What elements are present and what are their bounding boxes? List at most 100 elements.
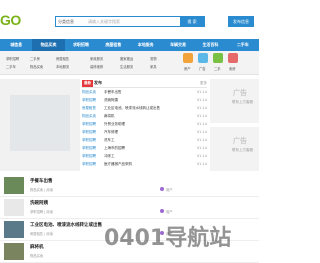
category-link[interactable]: 装修维修 <box>90 63 103 71</box>
item-date: 01-14 <box>196 98 207 102</box>
left-banner[interactable] <box>0 79 80 171</box>
list-item[interactable]: 求职招聘 医疗器械产品采购 01-14 <box>82 160 207 168</box>
category-link[interactable]: 求职招聘 <box>6 55 19 63</box>
search-input[interactable]: 请输入关键字搜索 <box>88 19 120 25</box>
search-button[interactable]: 搜 索 <box>180 17 204 26</box>
category-group: 二手房 物品买卖 <box>30 55 43 71</box>
item-title[interactable]: 外贸业务助理 <box>104 120 187 128</box>
category-link[interactable]: 家具 <box>150 63 157 71</box>
item-meta: 物品买卖 | 阅读 <box>30 188 53 192</box>
item-meta: 求职招聘 | 阅读 <box>30 210 53 214</box>
item-category[interactable]: 求职招聘 <box>82 160 104 168</box>
search-category-select[interactable]: 分类信息 <box>58 19 74 25</box>
list-item[interactable]: 房屋租售 工业区电池、喷漆流水线转让或出售 01-14 <box>82 104 207 112</box>
item-category[interactable]: 求职招聘 <box>82 128 104 136</box>
category-group: 宠物 家具 <box>150 55 157 71</box>
item-title[interactable]: 麻将机 <box>30 244 44 250</box>
item-meta: 房屋租售 | 阅读 <box>30 232 53 236</box>
item-category[interactable]: 物品买卖 <box>82 88 104 96</box>
nav-item[interactable]: 车辆交易 <box>162 39 194 51</box>
item-category[interactable]: 求职招聘 <box>82 144 104 152</box>
item-title[interactable]: 麻将机 <box>104 112 187 120</box>
category-link[interactable]: 二手车 <box>6 63 19 71</box>
item-category[interactable]: 求职招聘 <box>82 96 104 104</box>
avatar <box>160 209 164 213</box>
item-category[interactable]: 物品买卖 <box>82 112 104 120</box>
list-item[interactable]: 物品买卖 麻将机 01-14 <box>82 112 207 120</box>
category-link[interactable]: 房屋租售 <box>56 55 69 63</box>
item-user: 用户 <box>166 188 173 192</box>
item-thumbnail[interactable] <box>4 243 24 260</box>
item-title[interactable]: 洗碗阿姨 <box>30 200 48 206</box>
nav-item[interactable]: 求职招聘 <box>65 39 97 51</box>
item-title[interactable]: 冲床工 <box>104 152 187 160</box>
search-box[interactable]: 分类信息 请输入关键字搜索 搜 索 <box>55 16 205 27</box>
category-group: 房屋租售 本地服务 <box>56 55 69 71</box>
list-item[interactable]: 物品买卖 手餐车出售 01-14 <box>82 88 207 96</box>
ad-slot[interactable]: 广告 联系上方客服 <box>210 79 259 123</box>
category-group: 搬家搬运 生活服务 <box>120 55 133 71</box>
item-title[interactable]: 工业区电池、喷漆流水线转让或出售 <box>104 104 187 112</box>
category-link[interactable]: 生活服务 <box>120 63 133 71</box>
nav-item[interactable]: 物品买卖 <box>32 39 65 51</box>
list-item[interactable]: 求职招聘 外贸业务助理 01-14 <box>82 120 207 128</box>
item-date: 01-14 <box>196 162 207 166</box>
category-link[interactable]: 搬家搬运 <box>120 55 133 63</box>
house-icon[interactable] <box>183 53 193 63</box>
category-link[interactable]: 家政服务 <box>90 55 103 63</box>
item-category[interactable]: 求职招聘 <box>82 120 104 128</box>
post-button[interactable]: 发布信息 <box>228 16 254 27</box>
category-group: 求职招聘 二手车 <box>6 55 19 71</box>
item-title[interactable]: 工业区电池、喷漆流水线转让或出售 <box>30 222 102 228</box>
item-category[interactable]: 求职招聘 <box>82 152 104 160</box>
item-date: 01-14 <box>196 106 207 110</box>
key-icon[interactable] <box>228 53 238 63</box>
item-thumbnail[interactable] <box>4 199 24 216</box>
item-category[interactable]: 求职招聘 <box>82 136 104 144</box>
nav-item[interactable]: 本地服务 <box>130 39 162 51</box>
item-date: 01-14 <box>196 154 207 158</box>
megaphone-icon[interactable] <box>198 53 208 63</box>
item-date: 01-14 <box>196 90 207 94</box>
item-category[interactable]: 房屋租售 <box>82 104 104 112</box>
icon-label: 房产 <box>184 67 191 71</box>
category-link[interactable]: 二手房 <box>30 55 43 63</box>
quick-icons <box>183 53 238 63</box>
item-title[interactable]: 医疗器械产品采购 <box>104 160 187 168</box>
category-link[interactable]: 物品买卖 <box>30 63 43 71</box>
nav-item[interactable]: 房屋租售 <box>97 39 129 51</box>
item-title[interactable]: 洗车工 <box>104 136 187 144</box>
latest-list: 最新 发布 更多 物品买卖 手餐车出售 01-14 求职招聘 洗碗阿姨 01-14 房屋… <box>82 79 207 171</box>
list-item[interactable]: 求职招聘 汽车修理 01-14 <box>82 128 207 136</box>
nav-item[interactable]: 生活百科 <box>194 39 226 51</box>
nav-item[interactable]: 二手车 <box>227 39 259 51</box>
site-logo[interactable]: GO <box>0 12 21 28</box>
list-item[interactable]: 求职招聘 洗碗阿姨 01-14 <box>82 96 207 104</box>
cart-icon[interactable] <box>213 53 223 63</box>
main-nav: 城信息 物品买卖 求职招聘 房屋租售 本地服务 车辆交易 生活百科 二手车 <box>0 39 259 51</box>
item-date: 01-14 <box>196 114 207 118</box>
category-link[interactable]: 宠物 <box>150 55 157 63</box>
feed-item[interactable]: 手餐车出售 物品买卖 | 阅读 用户 <box>0 175 259 197</box>
item-thumbnail[interactable] <box>4 177 24 194</box>
list-item[interactable]: 求职招聘 上海市的招聘 01-14 <box>82 144 207 152</box>
category-link[interactable]: 本地服务 <box>56 63 69 71</box>
list-item[interactable]: 求职招聘 洗车工 01-14 <box>82 136 207 144</box>
ad-slot[interactable]: 广告 联系上方客服 <box>210 127 259 171</box>
nav-item[interactable]: 城信息 <box>0 39 32 51</box>
header: GO 分类信息 请输入关键字搜索 搜 索 发布信息 <box>0 0 259 37</box>
list-item[interactable]: 求职招聘 冲床工 01-14 <box>82 152 207 160</box>
feed-item[interactable]: 洗碗阿姨 求职招聘 | 阅读 用户 <box>0 197 259 219</box>
more-link[interactable]: 更多 <box>200 81 207 86</box>
category-group: 家政服务 装修维修 <box>90 55 103 71</box>
item-date: 01-14 <box>196 122 207 126</box>
item-title[interactable]: 手餐车出售 <box>30 178 53 184</box>
item-title[interactable]: 汽车修理 <box>104 128 187 136</box>
ad-title: 广告 <box>233 137 247 145</box>
item-title[interactable]: 手餐车出售 <box>104 88 187 96</box>
item-title[interactable]: 洗碗阿姨 <box>104 96 187 104</box>
item-title[interactable]: 上海市的招聘 <box>104 144 187 152</box>
item-date: 01-14 <box>196 130 207 134</box>
latest-header: 最新 发布 更多 <box>82 79 207 88</box>
item-thumbnail[interactable] <box>4 221 24 238</box>
